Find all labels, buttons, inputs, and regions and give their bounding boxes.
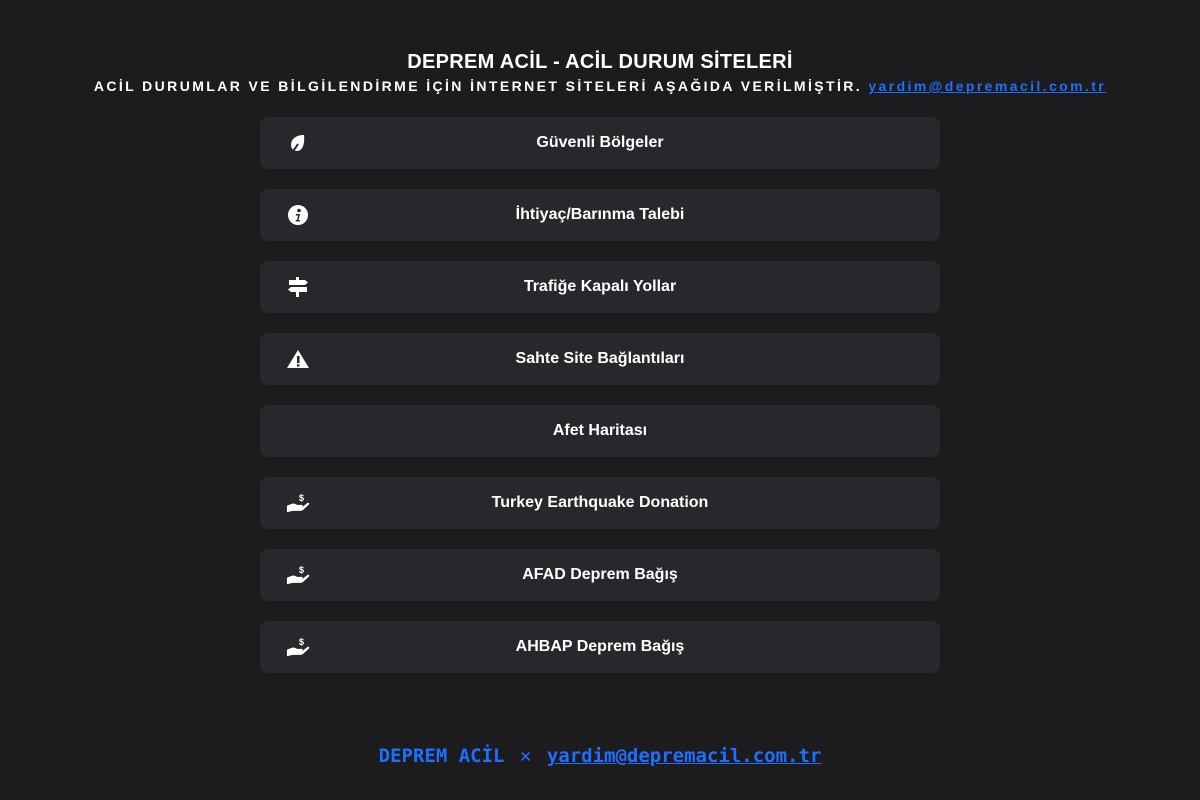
site-item-label: İhtiyaç/Barınma Talebi — [515, 206, 685, 223]
page-subtitle: ACİL DURUMLAR VE BİLGİLENDİRME İÇİN İNTE… — [0, 76, 1200, 96]
footer-email-link[interactable]: yardim@depremacil.com.tr — [547, 745, 822, 767]
donation-hand-icon: $ — [286, 563, 310, 587]
close-x-icon: ✕ — [519, 745, 532, 767]
subtitle-text: ACİL DURUMLAR VE BİLGİLENDİRME İÇİN İNTE… — [93, 78, 863, 94]
site-list: Güvenli Bölgeler İhtiyaç/Barınma Talebi — [260, 117, 940, 693]
svg-text:$: $ — [299, 493, 304, 503]
info-icon — [286, 203, 310, 227]
svg-text:$: $ — [299, 637, 304, 647]
svg-text:$: $ — [299, 565, 304, 575]
footer-brand: DEPREM ACİL — [378, 745, 505, 767]
site-item-trafige-kapali-yollar[interactable]: Trafiğe Kapalı Yollar — [260, 261, 940, 313]
page-header: DEPREM ACİL - ACİL DURUM SİTELERİ ACİL D… — [0, 50, 1200, 96]
site-item-afad-deprem-bagis[interactable]: $ AFAD Deprem Bağış — [260, 549, 940, 601]
signpost-icon — [286, 275, 310, 299]
site-item-label: AFAD Deprem Bağış — [522, 566, 678, 583]
site-item-label: AHBAP Deprem Bağış — [515, 638, 685, 655]
donation-hand-icon: $ — [286, 491, 310, 515]
page: DEPREM ACİL - ACİL DURUM SİTELERİ ACİL D… — [0, 0, 1200, 800]
warning-icon — [286, 347, 310, 371]
site-item-turkey-earthquake-donation[interactable]: $ Turkey Earthquake Donation — [260, 477, 940, 529]
site-item-afet-haritasi[interactable]: Afet Haritası — [260, 405, 940, 457]
site-item-guvenli-bolgeler[interactable]: Güvenli Bölgeler — [260, 117, 940, 169]
site-item-sahte-site[interactable]: Sahte Site Bağlantıları — [260, 333, 940, 385]
site-item-label: Trafiğe Kapalı Yollar — [523, 278, 677, 295]
donation-hand-icon: $ — [286, 635, 310, 659]
site-item-label: Afet Haritası — [552, 422, 648, 439]
header-email-link[interactable]: yardim@depremacil.com.tr — [868, 78, 1106, 94]
site-item-label: Güvenli Bölgeler — [536, 134, 664, 151]
site-item-label: Sahte Site Bağlantıları — [515, 350, 685, 367]
site-item-ahbap-deprem-bagis[interactable]: $ AHBAP Deprem Bağış — [260, 621, 940, 673]
site-item-label: Turkey Earthquake Donation — [491, 494, 709, 511]
site-item-ihtiyac-barinma[interactable]: İhtiyaç/Barınma Talebi — [260, 189, 940, 241]
page-footer: DEPREM ACİL ✕ yardim@depremacil.com.tr — [0, 745, 1200, 767]
page-title: DEPREM ACİL - ACİL DURUM SİTELERİ — [407, 51, 793, 73]
leaf-pin-icon — [286, 131, 310, 155]
